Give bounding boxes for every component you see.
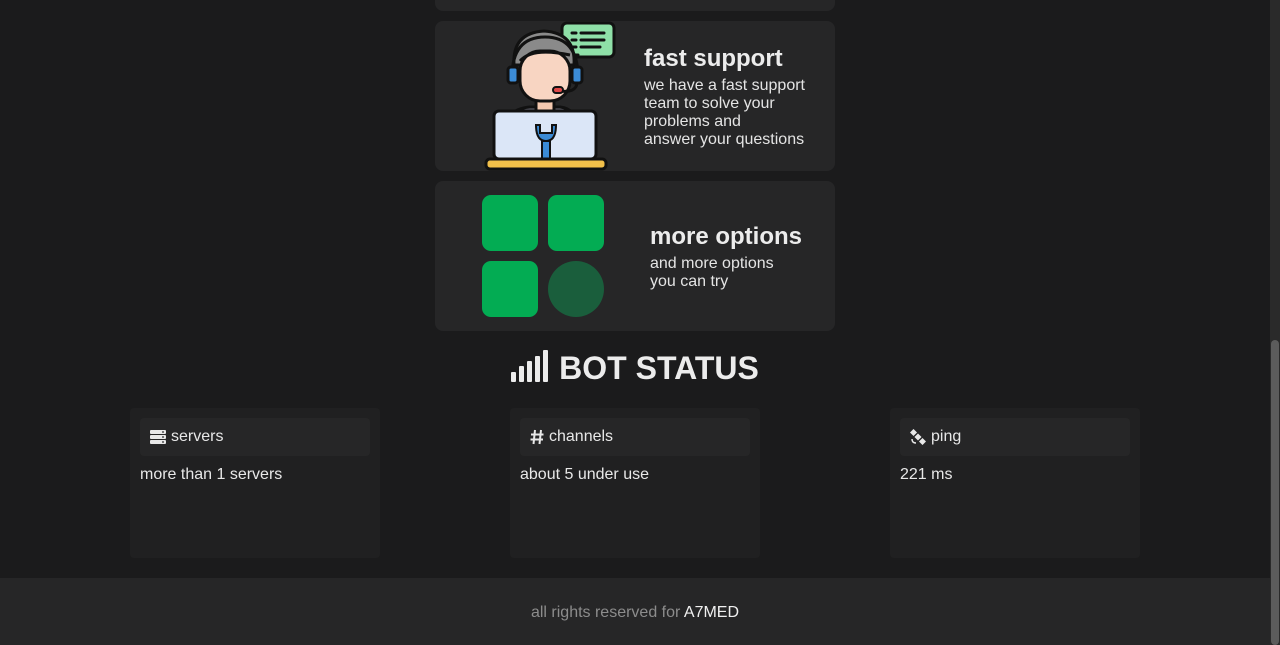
footer: all rights reserved for A7MED <box>0 578 1270 645</box>
feature-description-line: answer your questions <box>644 131 805 148</box>
grid-options-icon <box>482 195 604 317</box>
feature-description-line: problems and <box>644 113 741 130</box>
status-card-value: 221 ms <box>900 466 953 483</box>
scrollbar-thumb[interactable] <box>1271 340 1279 645</box>
bot-status-heading: BOT STATUS <box>0 350 1270 387</box>
footer-text: all rights reserved for <box>530 604 681 621</box>
footer-owner: A7MED <box>683 604 740 621</box>
status-card-ping: ping 221 ms <box>890 408 1140 558</box>
scrollbar[interactable] <box>1270 0 1280 645</box>
signal-bars-icon <box>511 350 549 382</box>
feature-card-support: fast support we have a fast support team… <box>435 21 835 171</box>
satellite-icon <box>910 429 926 445</box>
status-card-header: channels <box>520 418 750 456</box>
status-card-channels: channels about 5 under use <box>510 408 760 558</box>
feature-title: more options <box>650 223 803 250</box>
bot-status-title: BOT STATUS <box>559 350 759 386</box>
feature-description-line: and more options <box>650 255 774 272</box>
hashtag-icon <box>530 429 544 445</box>
status-card-header: servers <box>140 418 370 456</box>
feature-description-line: we have a fast support <box>644 77 805 94</box>
status-card-label: servers <box>171 428 224 445</box>
status-card-label: channels <box>549 428 614 445</box>
status-card-value: about 5 under use <box>520 466 649 483</box>
support-agent-icon <box>484 21 616 171</box>
feature-card-partial <box>435 0 835 11</box>
feature-description: and more options you can try <box>650 255 774 291</box>
feature-title: fast support <box>644 45 783 72</box>
status-card-label: ping <box>931 428 962 445</box>
page: fast support we have a fast support team… <box>0 0 1280 645</box>
status-card-header: ping <box>900 418 1130 456</box>
feature-card-options: more options and more options you can tr… <box>435 181 835 331</box>
feature-description-line: you can try <box>650 273 729 290</box>
status-card-servers: servers more than 1 servers <box>130 408 380 558</box>
feature-description-line: team to solve your <box>644 95 775 112</box>
server-icon <box>150 430 166 444</box>
status-card-value: more than 1 servers <box>140 466 283 483</box>
feature-description: we have a fast support team to solve you… <box>644 77 805 149</box>
